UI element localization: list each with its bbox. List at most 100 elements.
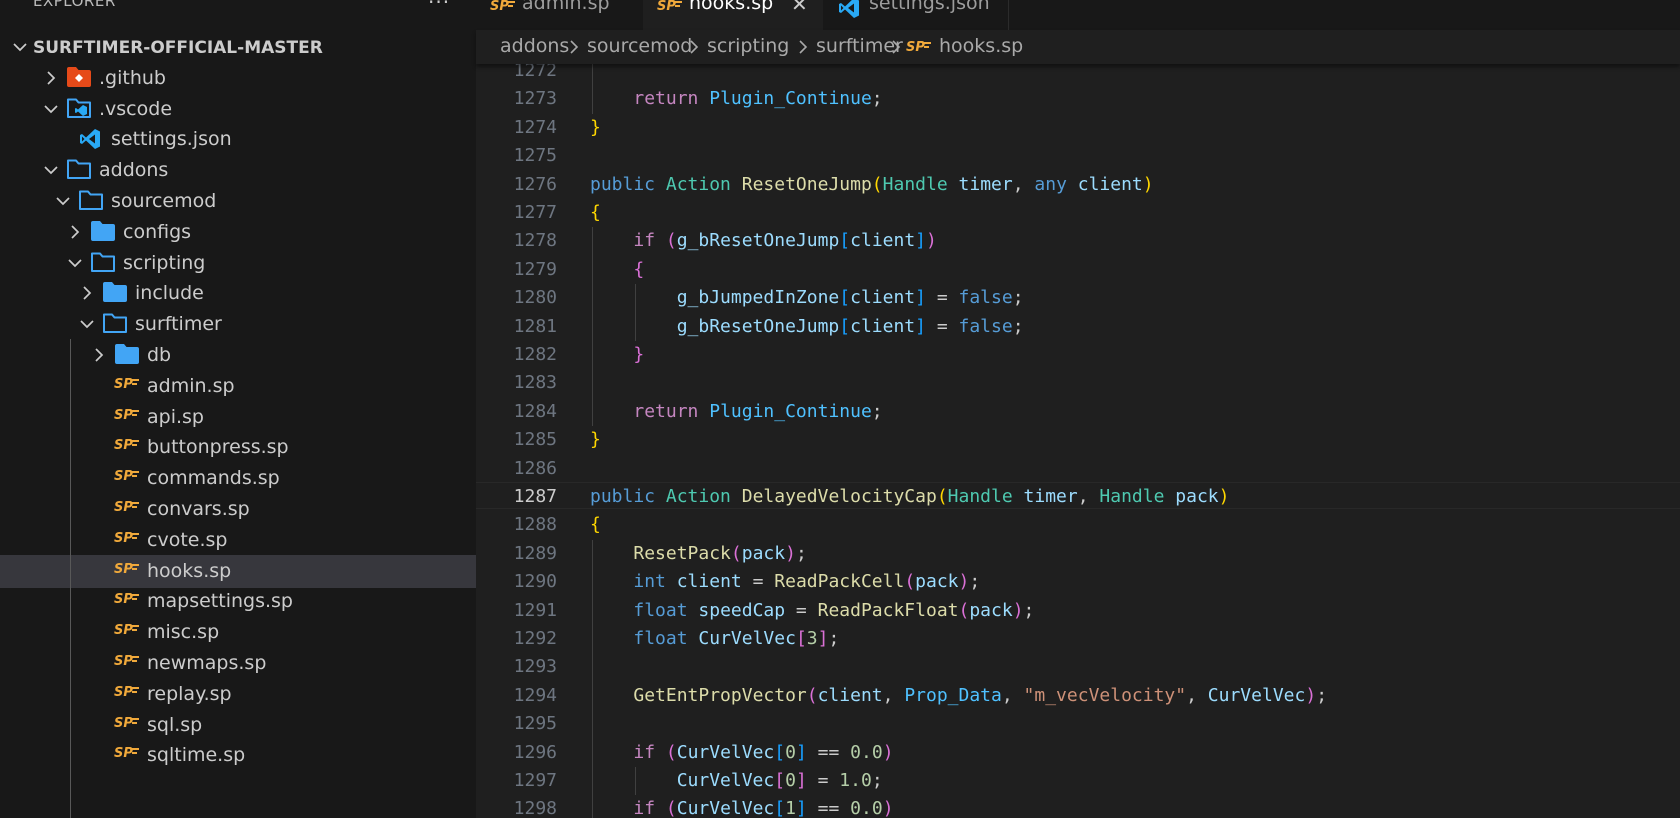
tree-file[interactable]: settings.json [0,123,476,156]
line-number: 1289 [513,542,557,564]
chevron-down-icon[interactable] [42,161,60,179]
tree-file[interactable]: SP misc.sp [0,616,476,649]
code-line: 1298 if (CurVelVec[1] == 0.0) [476,795,1680,818]
chevron-right-icon[interactable] [66,223,84,241]
sp-file-icon: SP [114,743,139,767]
tab-hooks-sp[interactable]: SP hooks.sp ✕ [643,0,824,30]
sp-file-icon: SP [114,589,139,613]
code-text: { [590,514,601,536]
close-icon[interactable]: ✕ [791,0,808,16]
svg-text:SP: SP [114,623,133,638]
line-number: 1274 [513,116,557,138]
code-line: 1288 { [476,511,1680,539]
sp-file-icon: SP [114,405,139,429]
code-editor[interactable]: 1272 1273 return Plugin_Continue; 1274} 127… [476,64,1680,818]
tree-file[interactable]: SP replay.sp [0,678,476,711]
tree-folder[interactable]: addons [0,154,476,187]
tree-file[interactable]: SP hooks.sp [0,554,476,588]
chevron-down-icon[interactable] [54,192,72,210]
indent-guide [592,710,593,739]
tree-file[interactable]: SP newmaps.sp [0,647,476,680]
svg-text:SP: SP [114,469,133,484]
chevron-down-icon[interactable] [42,100,60,118]
code-line: 1276 public Action ResetOneJump(Handle ti… [476,171,1680,199]
explorer-sidebar: EXPLORER ··· SURFTIMER-OFFICIAL-MASTER .g… [0,0,476,818]
line-number: 1294 [513,684,557,706]
code-line: 1281 g_bResetOneJump[client] = false; [476,312,1680,341]
tab-admin-sp[interactable]: SP admin.sp [476,0,644,30]
svg-text:SP: SP [490,0,509,14]
code-text: } [590,429,601,451]
breadcrumb-item-hooks-sp[interactable]: hooks.sp [939,35,1023,57]
tree-item-label: replay.sp [147,682,232,705]
tree-folder[interactable]: db [0,339,476,372]
line-number: 1282 [513,344,557,365]
chevron-right-icon[interactable] [78,284,96,302]
line-number: 1277 [513,202,557,223]
tree-item-label: configs [123,220,192,243]
code-line: 1273 return Plugin_Continue; [476,85,1680,114]
tree-item-label: .vscode [99,97,173,120]
chevron-right-icon [796,39,810,59]
tree-file[interactable]: SP admin.sp [0,370,476,403]
breadcrumb-item-addons[interactable]: addons [500,35,569,57]
tree-folder[interactable]: .vscode [0,93,476,126]
tree-file[interactable]: SP sql.sp [0,709,476,742]
svg-text:SP: SP [114,685,133,700]
tree-file[interactable]: SP buttonpress.sp [0,431,476,464]
tree-folder[interactable]: scripting [0,247,476,280]
folder-open-icon [90,251,115,275]
chevron-down-icon[interactable] [66,254,84,272]
chevron-right-icon [889,39,903,59]
code-line: 1272 [476,64,1680,86]
svg-text:SP: SP [114,531,133,546]
line-number: 1286 [513,457,557,479]
breadcrumb-item-sourcemod[interactable]: sourcemod [587,35,692,57]
workspace-root[interactable]: SURFTIMER-OFFICIAL-MASTER [0,31,476,64]
chevron-right-icon[interactable] [42,69,60,87]
tree-item-label: sourcemod [111,190,217,212]
tree-folder[interactable]: sourcemod [0,185,476,218]
breadcrumb-item-scripting[interactable]: scripting [707,35,789,57]
chevron-down-icon[interactable] [78,315,96,333]
code-line: 1277 { [476,199,1680,227]
sp-file-icon: SP [114,559,139,583]
svg-text:SP: SP [114,746,133,761]
tree-folder[interactable]: include [0,277,476,310]
line-number: 1275 [513,145,557,167]
tree-folder[interactable]: configs [0,216,476,249]
sp-file-icon: SP [490,0,516,20]
sp-file-icon: SP [114,528,139,552]
code-line: 1274} [476,114,1680,142]
tree-file[interactable]: SP sqltime.sp [0,739,476,772]
tree-folder[interactable]: surftimer [0,308,476,341]
tree-item-label: hooks.sp [147,559,232,582]
code-line: 1297 CurVelVec[0] = 1.0; [476,767,1680,796]
code-line: 1282 } [476,341,1680,370]
line-number: 1280 [513,287,557,309]
tree-file[interactable]: SP mapsettings.sp [0,585,476,618]
chevron-down-icon[interactable] [11,38,29,56]
folder-open-icon [78,189,103,213]
line-number: 1298 [513,798,557,818]
code-line: 1287 public Action DelayedVelocityCap(Han… [476,483,1680,511]
tree-item-label: newmaps.sp [147,652,267,674]
tab-settings-json[interactable]: settings.json [823,0,1009,30]
tree-file[interactable]: SP commands.sp [0,462,476,495]
tree-item-label: convars.sp [147,498,250,520]
tree-item-label: scripting [123,251,206,274]
tree-file[interactable]: SP api.sp [0,401,476,434]
code-text: float CurVelVec[3]; [633,628,840,649]
tree-file[interactable]: SP cvote.sp [0,524,476,557]
code-line: 1278 if (g_bResetOneJump[client]) [476,227,1680,256]
indent-guide [592,369,593,398]
code-text: } [633,344,645,365]
chevron-right-icon[interactable] [90,346,108,364]
more-actions-icon[interactable]: ··· [428,0,450,14]
code-line: 1293 [476,653,1680,682]
code-text: return Plugin_Continue; [633,400,883,422]
tree-folder[interactable]: .github [0,62,476,95]
line-number: 1285 [513,429,557,451]
tree-file[interactable]: SP convars.sp [0,493,476,526]
line-number: 1295 [513,713,557,735]
